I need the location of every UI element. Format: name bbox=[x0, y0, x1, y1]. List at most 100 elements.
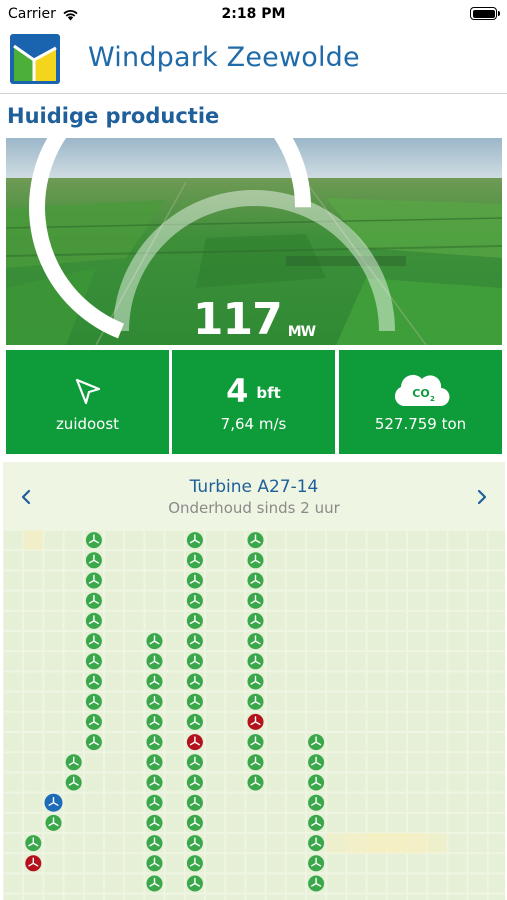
turbine-marker[interactable] bbox=[146, 673, 163, 690]
turbine-marker[interactable] bbox=[186, 612, 203, 629]
grid-cell bbox=[4, 672, 23, 691]
turbine-marker[interactable] bbox=[247, 774, 264, 791]
turbine-marker[interactable] bbox=[146, 713, 163, 730]
next-turbine-button[interactable] bbox=[469, 484, 495, 510]
turbine-marker[interactable] bbox=[146, 814, 163, 831]
turbine-marker[interactable] bbox=[146, 653, 163, 670]
turbine-marker[interactable] bbox=[186, 673, 203, 690]
turbine-marker[interactable] bbox=[186, 653, 203, 670]
turbine-marker[interactable] bbox=[186, 693, 203, 710]
grid-cell bbox=[307, 611, 326, 630]
turbine-marker[interactable] bbox=[146, 774, 163, 791]
grid-cell bbox=[367, 672, 386, 691]
grid-cell bbox=[226, 672, 245, 691]
turbine-marker[interactable] bbox=[186, 855, 203, 872]
grid-cell bbox=[4, 813, 23, 832]
turbine-marker[interactable] bbox=[186, 794, 203, 811]
turbine-marker[interactable] bbox=[186, 572, 203, 589]
wind-force-tile[interactable]: 4 bft 7,64 m/s bbox=[172, 350, 335, 454]
grid-cell bbox=[206, 692, 225, 711]
turbine-marker[interactable] bbox=[186, 633, 203, 650]
turbine-map bbox=[4, 530, 505, 900]
grid-cell bbox=[307, 571, 326, 590]
turbine-marker[interactable] bbox=[85, 612, 102, 629]
turbine-marker[interactable] bbox=[25, 835, 42, 852]
turbine-marker[interactable] bbox=[146, 754, 163, 771]
turbine-marker[interactable] bbox=[308, 814, 325, 831]
turbine-marker[interactable] bbox=[308, 794, 325, 811]
turbine-marker-selected[interactable] bbox=[44, 793, 63, 812]
grid-cell bbox=[428, 793, 447, 812]
turbine-marker[interactable] bbox=[247, 653, 264, 670]
turbine-marker[interactable] bbox=[146, 875, 163, 892]
turbine-marker[interactable] bbox=[186, 875, 203, 892]
turbine-marker[interactable] bbox=[85, 532, 102, 549]
turbine-marker[interactable] bbox=[85, 572, 102, 589]
turbine-marker[interactable] bbox=[85, 653, 102, 670]
co2-tile[interactable]: CO 2 527.759 ton bbox=[339, 350, 502, 454]
turbine-marker[interactable] bbox=[186, 754, 203, 771]
turbine-marker[interactable] bbox=[247, 673, 264, 690]
grid-cell bbox=[347, 854, 366, 873]
turbine-marker[interactable] bbox=[85, 592, 102, 609]
turbine-marker[interactable] bbox=[247, 734, 264, 751]
turbine-marker[interactable] bbox=[65, 754, 82, 771]
turbine-marker[interactable] bbox=[146, 794, 163, 811]
app-header: Windpark Zeewolde bbox=[0, 28, 507, 94]
turbine-marker[interactable] bbox=[247, 572, 264, 589]
turbine-marker[interactable] bbox=[247, 693, 264, 710]
grid-cell bbox=[44, 894, 63, 900]
turbine-marker[interactable] bbox=[186, 774, 203, 791]
grid-cell bbox=[4, 632, 23, 651]
grid-cell bbox=[468, 894, 487, 900]
grid-cell bbox=[488, 813, 505, 832]
turbine-marker[interactable] bbox=[85, 734, 102, 751]
grid-cell bbox=[408, 551, 427, 570]
turbine-marker[interactable] bbox=[186, 552, 203, 569]
turbine-marker[interactable] bbox=[186, 592, 203, 609]
turbine-marker[interactable] bbox=[85, 673, 102, 690]
turbine-marker[interactable] bbox=[247, 612, 264, 629]
turbine-marker[interactable] bbox=[308, 835, 325, 852]
turbine-marker[interactable] bbox=[308, 855, 325, 872]
turbine-marker[interactable] bbox=[45, 814, 62, 831]
grid-cell bbox=[24, 733, 43, 752]
turbine-marker[interactable] bbox=[186, 734, 203, 751]
turbine-marker[interactable] bbox=[308, 734, 325, 751]
turbine-marker[interactable] bbox=[146, 633, 163, 650]
turbine-marker[interactable] bbox=[247, 552, 264, 569]
turbine-marker[interactable] bbox=[146, 835, 163, 852]
turbine-marker[interactable] bbox=[308, 774, 325, 791]
turbine-marker[interactable] bbox=[186, 835, 203, 852]
turbine-marker[interactable] bbox=[247, 532, 264, 549]
grid-cell bbox=[266, 672, 285, 691]
turbine-marker[interactable] bbox=[146, 734, 163, 751]
turbine-marker[interactable] bbox=[308, 754, 325, 771]
turbine-marker[interactable] bbox=[247, 754, 264, 771]
turbine-marker[interactable] bbox=[25, 855, 42, 872]
turbine-marker[interactable] bbox=[146, 855, 163, 872]
turbine-marker[interactable] bbox=[85, 693, 102, 710]
wind-direction-tile[interactable]: zuidoost bbox=[6, 350, 169, 454]
turbine-marker[interactable] bbox=[186, 713, 203, 730]
turbine-marker[interactable] bbox=[247, 592, 264, 609]
grid-cell bbox=[488, 712, 505, 731]
grid-cell bbox=[428, 571, 447, 590]
turbine-marker[interactable] bbox=[85, 713, 102, 730]
turbine-marker[interactable] bbox=[65, 774, 82, 791]
turbine-marker[interactable] bbox=[186, 532, 203, 549]
grid-cell bbox=[488, 652, 505, 671]
grid-cell bbox=[266, 793, 285, 812]
turbine-marker[interactable] bbox=[85, 552, 102, 569]
grid-cell bbox=[488, 834, 505, 853]
turbine-marker[interactable] bbox=[308, 875, 325, 892]
grid-cell bbox=[206, 874, 225, 893]
turbine-marker[interactable] bbox=[146, 693, 163, 710]
turbine-marker[interactable] bbox=[186, 814, 203, 831]
turbine-marker[interactable] bbox=[85, 633, 102, 650]
grid-cell bbox=[408, 874, 427, 893]
turbine-marker[interactable] bbox=[247, 713, 264, 730]
grid-cell bbox=[367, 894, 386, 900]
turbine-marker[interactable] bbox=[247, 633, 264, 650]
grid-cell bbox=[468, 874, 487, 893]
